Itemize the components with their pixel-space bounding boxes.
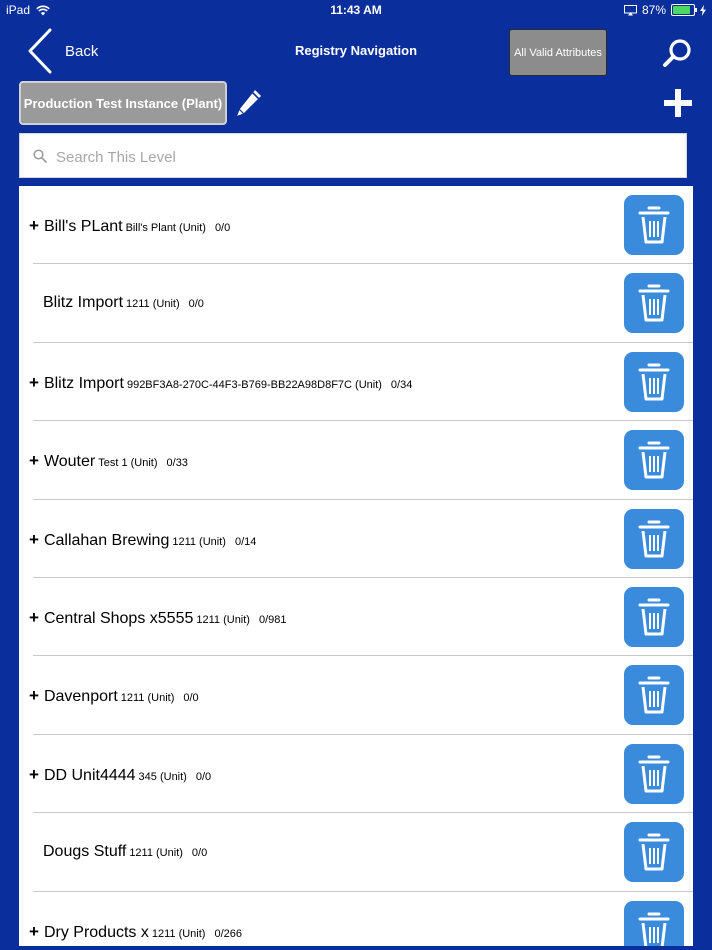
row-count: 0/0	[188, 298, 204, 311]
row-name: Dougs Stuff	[43, 843, 127, 861]
trash-icon	[638, 363, 670, 401]
row-subtitle: 992BF3A8-270C-44F3-B769-BB22A98D8F7C (Un…	[126, 378, 382, 391]
row-subtitle: 345 (Unit)	[138, 770, 187, 783]
row-name: Bill's PLant	[43, 218, 123, 235]
row-count: 0/14	[234, 535, 257, 548]
trash-icon	[638, 206, 670, 244]
row-name: Callahan Brewing	[43, 531, 170, 549]
expand-toggle[interactable]: +	[29, 216, 39, 235]
row-subtitle: 1211 (Unit)	[151, 927, 206, 940]
row-name: Blitz Import	[43, 294, 124, 312]
row-count: 0/0	[183, 692, 199, 705]
add-button[interactable]	[662, 87, 694, 119]
row-text: + Wouter Test 1 (Unit) 0/33	[29, 451, 188, 471]
screen-mirroring-icon	[623, 4, 637, 15]
trash-icon	[638, 520, 670, 558]
row-subtitle: 1211 (Unit)	[126, 298, 180, 311]
edit-button[interactable]	[233, 86, 265, 120]
row-subtitle: 1211 (Unit)	[129, 847, 183, 860]
row-name: DD Unit4444	[43, 766, 136, 784]
row-subtitle: 1211 (Unit)	[120, 692, 175, 705]
list-item[interactable]: Blitz Import 1211 (Unit) 0/0	[19, 264, 693, 343]
row-text: Blitz Import 1211 (Unit) 0/0	[43, 294, 204, 312]
row-name: Dry Products x	[43, 923, 149, 941]
row-text: Dougs Stuff 1211 (Unit) 0/0	[43, 843, 207, 861]
search-button[interactable]	[662, 37, 694, 69]
row-count: 0/0	[191, 847, 208, 860]
delete-button[interactable]	[624, 273, 684, 334]
row-text: + DD Unit4444 345 (Unit) 0/0	[29, 765, 211, 785]
row-count: 0/981	[258, 613, 287, 626]
trash-icon	[638, 598, 670, 636]
expand-toggle[interactable]: +	[29, 530, 39, 549]
row-text: + Callahan Brewing 1211 (Unit) 0/14	[29, 530, 256, 550]
expand-toggle[interactable]: +	[29, 686, 39, 705]
status-time: 11:43 AM	[330, 3, 382, 17]
row-subtitle: Test 1 (Unit)	[98, 457, 158, 470]
all-valid-attributes-button[interactable]: All Valid Attributes	[509, 29, 607, 76]
delete-button[interactable]	[624, 586, 684, 647]
trash-icon	[638, 441, 670, 479]
list-item[interactable]: + Callahan Brewing 1211 (Unit) 0/14	[19, 500, 693, 578]
trash-icon	[638, 676, 670, 714]
delete-button[interactable]	[624, 195, 684, 255]
row-count: 0/34	[390, 378, 413, 391]
search-icon	[663, 39, 691, 67]
list-item[interactable]: + Dry Products x 1211 (Unit) 0/266	[19, 892, 693, 946]
row-name: Central Shops x5555	[43, 609, 194, 627]
list-item[interactable]: + Blitz Import 992BF3A8-270C-44F3-B769-BB2…	[19, 343, 693, 422]
battery-icon	[671, 4, 697, 16]
row-text: + Central Shops x5555 1211 (Unit) 0/981	[29, 608, 287, 628]
status-right: 87%	[623, 3, 706, 17]
instance-button[interactable]: Production Test Instance (Plant)	[19, 81, 227, 125]
trash-icon	[638, 912, 670, 946]
search-input[interactable]	[54, 145, 658, 169]
search-bar	[19, 133, 687, 178]
list-item[interactable]: + Davenport 1211 (Unit) 0/0	[19, 656, 693, 735]
delete-button[interactable]	[624, 743, 684, 804]
list-item[interactable]: + Central Shops x5555 1211 (Unit) 0/981	[19, 578, 693, 657]
delete-button[interactable]	[624, 822, 684, 883]
trash-icon	[638, 284, 670, 322]
magnifier-icon	[33, 149, 47, 163]
row-text: + Blitz Import 992BF3A8-270C-44F3-B769-BB2…	[29, 373, 412, 393]
pencil-icon	[235, 88, 263, 118]
row-name: Blitz Import	[43, 374, 124, 392]
expand-toggle[interactable]: +	[29, 922, 39, 941]
delete-button[interactable]	[624, 351, 684, 412]
row-count: 0/33	[166, 457, 188, 470]
row-subtitle: Bill's Plant (Unit)	[125, 222, 206, 234]
delete-button[interactable]	[624, 900, 684, 946]
list-item[interactable]: + Bill's PLant Bill's Plant (Unit) 0/0	[19, 186, 693, 265]
delete-button[interactable]	[624, 665, 684, 726]
row-text: + Davenport 1211 (Unit) 0/0	[29, 686, 199, 706]
expand-toggle[interactable]: +	[29, 373, 39, 392]
delete-button[interactable]	[624, 508, 684, 569]
row-text: + Bill's PLant Bill's Plant (Unit) 0/0	[29, 216, 230, 236]
row-text: + Dry Products x 1211 (Unit) 0/266	[29, 922, 242, 942]
list-item[interactable]: Dougs Stuff 1211 (Unit) 0/0	[19, 813, 693, 892]
battery-percent: 87%	[641, 3, 666, 17]
row-count: 0/266	[214, 927, 242, 940]
list-item[interactable]: + DD Unit4444 345 (Unit) 0/0	[19, 735, 693, 814]
row-name: Wouter	[43, 453, 96, 471]
expand-toggle[interactable]: +	[29, 451, 39, 470]
row-subtitle: 1211 (Unit)	[196, 613, 250, 626]
trash-icon	[638, 755, 670, 793]
row-subtitle: 1211 (Unit)	[172, 535, 226, 548]
trash-icon	[638, 833, 670, 871]
registry-list: + Bill's PLant Bill's Plant (Unit) 0/0 Blit…	[19, 186, 693, 946]
row-count: 0/0	[214, 222, 231, 234]
row-name: Davenport	[43, 688, 118, 706]
expand-toggle[interactable]: +	[29, 765, 39, 784]
delete-button[interactable]	[624, 430, 684, 491]
charging-icon	[700, 4, 706, 16]
status-bar: iPad 11:43 AM 87%	[0, 0, 712, 20]
row-count: 0/0	[195, 770, 212, 783]
plus-icon	[664, 89, 692, 117]
list-item[interactable]: + Wouter Test 1 (Unit) 0/33	[19, 421, 693, 500]
expand-toggle[interactable]: +	[29, 608, 39, 627]
